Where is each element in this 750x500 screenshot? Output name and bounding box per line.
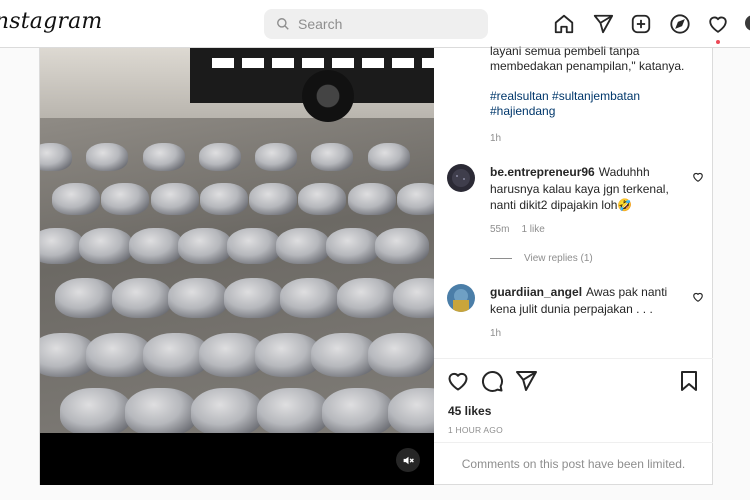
comment-time: 1h xyxy=(490,328,502,339)
avatar[interactable] xyxy=(447,164,475,192)
video-truck-wheel xyxy=(302,70,354,122)
profile-avatar[interactable] xyxy=(745,15,750,31)
search-box[interactable] xyxy=(264,9,488,39)
muted-speaker-icon xyxy=(403,456,414,464)
comment-meta: 1h xyxy=(490,328,513,339)
video-bag xyxy=(224,278,285,318)
video-bag xyxy=(52,183,101,215)
replies-divider-line xyxy=(490,258,512,259)
video-bag xyxy=(325,228,380,264)
video-bag xyxy=(79,228,134,264)
post-actions xyxy=(434,358,713,408)
view-replies-button[interactable]: View replies (1) xyxy=(490,253,593,264)
video-bag xyxy=(256,388,329,433)
comment-likes-count[interactable]: 1 like xyxy=(521,224,544,235)
video-bag xyxy=(396,183,434,215)
notification-dot xyxy=(716,40,720,44)
video-bag xyxy=(128,228,183,264)
post-time-ago[interactable]: 1 HOUR AGO xyxy=(448,425,503,435)
video-bag xyxy=(249,183,298,215)
video-truck-stripe xyxy=(212,58,434,68)
comment-like-heart-icon[interactable] xyxy=(692,171,704,183)
comment-bubble-icon[interactable] xyxy=(480,369,504,393)
video-bag xyxy=(311,143,354,171)
comment-username[interactable]: be.entrepreneur96 xyxy=(490,165,595,179)
video-bag xyxy=(198,143,241,171)
post-side-panel: layani semua pembeli tanpa membedakan pe… xyxy=(434,44,713,485)
video-bag xyxy=(111,278,172,318)
video-bag xyxy=(367,333,434,377)
video-bag xyxy=(276,228,331,264)
comment-time: 55m xyxy=(490,224,510,235)
like-heart-icon[interactable] xyxy=(446,369,470,393)
video-bag xyxy=(374,228,429,264)
activity-icon[interactable] xyxy=(706,12,730,36)
video-bag xyxy=(322,388,395,433)
video-frame[interactable] xyxy=(40,48,434,433)
likes-count[interactable]: 45 likes xyxy=(448,404,491,418)
video-bag xyxy=(125,388,198,433)
video-bag xyxy=(387,388,434,433)
video-bag xyxy=(150,183,199,215)
save-bookmark-icon[interactable] xyxy=(677,369,701,393)
video-bag xyxy=(227,228,281,264)
video-bag xyxy=(40,228,84,264)
video-bag xyxy=(177,228,232,264)
video-bag xyxy=(190,388,263,433)
direct-icon[interactable] xyxy=(591,12,615,36)
post-caption: layani semua pembeli tanpa membedakan pe… xyxy=(490,44,705,146)
mute-button[interactable] xyxy=(396,448,420,472)
post-card: layani semua pembeli tanpa membedakan pe… xyxy=(39,44,713,485)
comments-limited-notice: Comments on this post have been limited. xyxy=(434,442,713,485)
post-media[interactable] xyxy=(40,48,434,485)
share-paper-plane-icon[interactable] xyxy=(514,369,538,393)
video-bag xyxy=(199,183,248,215)
comment-body: be.entrepreneur96 Waduhhh harusnya kalau … xyxy=(490,164,685,214)
comment-meta: 55m 1 like xyxy=(490,224,557,235)
comments-limited-text: Comments on this post have been limited. xyxy=(461,457,686,471)
comment-body: guardiian_angel Awas pak nanti kena julit… xyxy=(490,284,685,317)
video-bag xyxy=(393,278,434,318)
search-icon xyxy=(277,18,289,30)
video-bag xyxy=(101,183,150,215)
video-bag xyxy=(86,143,129,171)
video-bag xyxy=(255,143,298,171)
search-input[interactable] xyxy=(298,16,468,32)
top-navigation-bar: Instagram xyxy=(0,0,750,48)
video-bag xyxy=(280,278,341,318)
video-bag xyxy=(336,278,397,318)
nav-icons xyxy=(552,12,745,36)
video-bag xyxy=(347,183,396,215)
comment-like-heart-icon[interactable] xyxy=(692,291,704,303)
video-bag xyxy=(55,278,116,318)
video-bag xyxy=(367,143,410,171)
video-bag xyxy=(40,143,72,171)
caption-text: layani semua pembeli tanpa membedakan pe… xyxy=(490,44,685,73)
comment-username[interactable]: guardiian_angel xyxy=(490,285,582,299)
avatar[interactable] xyxy=(447,284,475,312)
video-bag xyxy=(142,143,185,171)
home-icon[interactable] xyxy=(552,12,576,36)
view-replies-label: View replies (1) xyxy=(524,253,593,264)
caption-hashtags[interactable]: #realsultan #sultanjembatan #hajiendang xyxy=(490,89,705,119)
video-bag xyxy=(167,278,228,318)
explore-icon[interactable] xyxy=(668,12,692,36)
new-post-icon[interactable] xyxy=(629,12,653,36)
instagram-logo[interactable]: Instagram xyxy=(0,9,102,34)
caption-time: 1h xyxy=(490,133,502,144)
video-bag xyxy=(59,388,132,433)
video-bag xyxy=(298,183,347,215)
